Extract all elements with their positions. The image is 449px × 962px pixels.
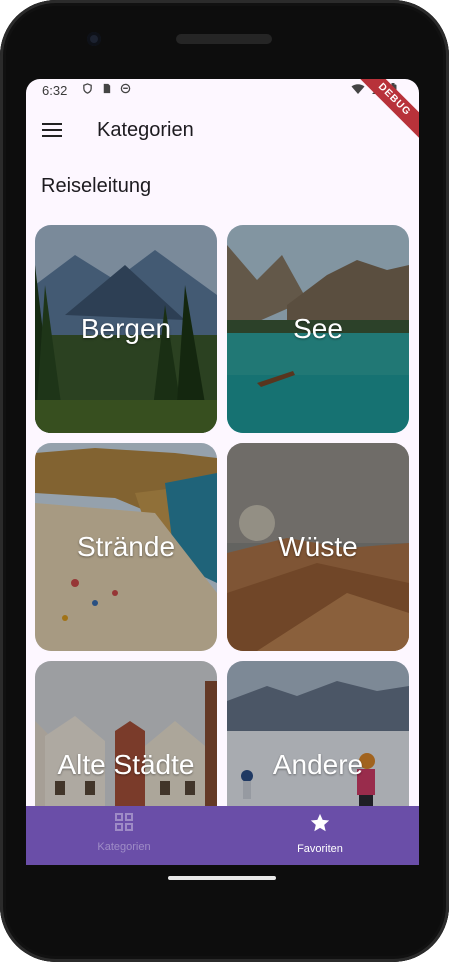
category-label: Strände — [76, 531, 176, 562]
category-label: See — [293, 313, 343, 344]
status-time: 6:32 — [42, 83, 68, 98]
front-camera — [87, 32, 101, 46]
category-label: Andere — [272, 749, 364, 780]
app-bar: Kategorien — [26, 107, 419, 155]
status-notification-icons — [82, 83, 131, 94]
home-indicator[interactable] — [168, 876, 276, 880]
sim-card-icon — [103, 83, 111, 94]
wifi-icon — [351, 84, 365, 94]
nav-label: Kategorien — [97, 841, 151, 853]
nav-item-favoriten[interactable]: Favoriten — [222, 812, 418, 855]
category-label: Bergen — [80, 313, 172, 344]
category-card-wueste[interactable]: Wüste — [227, 443, 409, 651]
status-bar: 6:32 DEBUG — [26, 79, 419, 146]
bottom-navigation-bar: Kategorien Favoriten — [26, 806, 419, 865]
section-title: Reiseleitung — [41, 175, 152, 197]
category-card-straende[interactable]: Strände — [35, 443, 217, 651]
grid-icon — [115, 813, 133, 831]
phone-frame: 6:32 DEBUG Kategorien Reiseleitung Berge… — [0, 0, 449, 962]
star-icon — [310, 813, 330, 832]
earpiece-speaker — [176, 34, 272, 44]
category-label: Alte Städte — [57, 749, 195, 780]
menu-icon[interactable] — [42, 123, 62, 139]
shield-icon — [83, 83, 92, 94]
category-card-see[interactable]: See — [227, 225, 409, 433]
category-card-bergen[interactable]: Bergen — [35, 225, 217, 433]
app-screen: 6:32 DEBUG Kategorien Reiseleitung Berge… — [26, 79, 419, 865]
nav-label: Favoriten — [297, 843, 343, 855]
nav-item-kategorien[interactable]: Kategorien — [26, 812, 222, 853]
page-title: Kategorien — [97, 119, 194, 141]
category-label: Wüste — [278, 531, 358, 562]
app-notification-icon — [120, 83, 131, 94]
